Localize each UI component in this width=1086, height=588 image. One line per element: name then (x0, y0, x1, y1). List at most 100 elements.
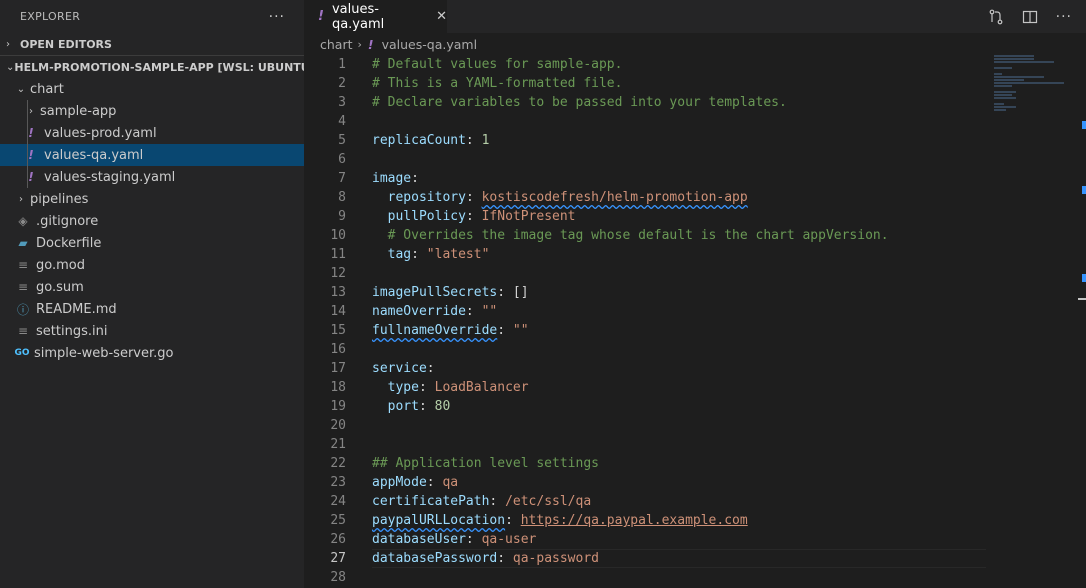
info-icon: ⓘ (16, 302, 29, 317)
editor-area: ! values-qa.yaml ✕ ··· chart › ! values-… (304, 0, 1086, 588)
gitignore-icon: ◈ (18, 214, 28, 228)
scroll-marker (1082, 186, 1086, 194)
chevron-down-icon: ⌄ (6, 61, 15, 73)
indent-guide (27, 144, 28, 166)
indent-guide (27, 122, 28, 144)
chevron-down-icon: ⌄ (16, 83, 26, 95)
vertical-scrollbar[interactable] (1078, 55, 1086, 588)
code-line: 15 fullnameOverride: "" (330, 323, 529, 338)
tree-label: values-staging.yaml (44, 169, 176, 185)
workspace-section[interactable]: ⌄ HELM-PROMOTION-SAMPLE-APP [WSL: UBUNTU… (0, 55, 304, 78)
code-line: 8 repository: kostiscodefresh/helm-promo… (338, 190, 748, 205)
code-line: 4 (338, 114, 346, 129)
close-icon[interactable]: ✕ (436, 9, 447, 24)
code-line: 28 (330, 570, 346, 585)
code-line: 5 replicaCount: 1 (338, 133, 490, 148)
yaml-file-icon: ! (318, 9, 324, 24)
code-line: 18 type: LoadBalancer (330, 380, 529, 395)
tab-label: values-qa.yaml (331, 1, 385, 32)
tree-folder-pipelines[interactable]: › pipelines (0, 188, 304, 210)
code-line: 23 appMode: qa (330, 475, 459, 490)
code-line: 11 tag: "latest" (330, 247, 490, 262)
tree-label: simple-web-server.go (34, 345, 174, 361)
code-line: 7 image: (338, 171, 419, 186)
tree-file-dockerfile[interactable]: ▰ Dockerfile (0, 232, 304, 254)
indent-guide (27, 166, 28, 188)
more-actions-icon[interactable]: ··· (269, 9, 285, 25)
tree-label: values-prod.yaml (44, 125, 157, 141)
explorer-title: EXPLORER (20, 10, 81, 23)
current-line-highlight (372, 549, 986, 568)
open-editors-label: OPEN EDITORS (20, 37, 112, 51)
tree-label: pipelines (30, 191, 89, 207)
code-line: 12 (330, 266, 346, 281)
tree-label: settings.ini (36, 323, 108, 339)
tree-file-go-sum[interactable]: ≡ go.sum (0, 276, 304, 298)
tree-file-settings[interactable]: ≡ settings.ini (0, 320, 304, 342)
code-line: 3 # Declare variables to be passed into y… (338, 95, 787, 110)
docker-icon: ▰ (18, 236, 28, 250)
breadcrumb-file[interactable]: values-qa.yaml (382, 37, 477, 52)
code-line: 17 service: (330, 361, 435, 376)
tree-file-values-qa[interactable]: ! values-qa.yaml (0, 144, 304, 166)
code-line: 19 port: 80 (330, 399, 451, 414)
yaml-file-icon: ! (367, 36, 374, 52)
code-line: 2 # This is a YAML-formatted file. (338, 76, 623, 91)
code-line: 20 (330, 418, 346, 433)
chevron-right-icon: › (357, 37, 362, 51)
code-line: 16 (330, 342, 346, 357)
breadcrumb-folder[interactable]: chart (320, 37, 353, 52)
chevron-right-icon: › (19, 193, 23, 205)
code-line-current: 27 databasePassword: qa-password (304, 549, 1086, 568)
code-editor[interactable]: 1 # Default values for sample-app. 2 # Thi… (304, 55, 1086, 587)
breadcrumb: chart › ! values-qa.yaml (304, 33, 1086, 55)
tree-file-gitignore[interactable]: ◈ .gitignore (0, 210, 304, 232)
tree-folder-chart[interactable]: ⌄ chart (0, 78, 304, 100)
tree-label: .gitignore (36, 213, 99, 229)
code-line: 21 (330, 437, 346, 452)
tree-label: go.mod (36, 257, 85, 273)
code-line: 9 pullPolicy: IfNotPresent (338, 209, 576, 224)
workspace-label: HELM-PROMOTION-SAMPLE-APP [WSL: UBUNTU-2… (14, 60, 304, 74)
lines-icon: ≡ (17, 280, 29, 294)
tree-folder-sample-app[interactable]: › sample-app (0, 100, 304, 122)
code-line: 13 imagePullSecrets: [] (330, 285, 529, 300)
tree-label: sample-app (40, 103, 117, 119)
scroll-position-indicator (1078, 298, 1086, 300)
explorer-header: EXPLORER ··· (0, 0, 304, 33)
code-line: 6 (338, 152, 346, 167)
go-icon: GO (14, 348, 30, 358)
split-editor-icon[interactable] (1022, 9, 1038, 25)
lines-icon: ≡ (17, 324, 29, 338)
tree-file-go-mod[interactable]: ≡ go.mod (0, 254, 304, 276)
scroll-marker (1082, 274, 1086, 282)
code-line: 22 ## Application level settings (330, 456, 599, 471)
code-line: 25 paypalURLLocation: https://qa.paypal.e… (330, 513, 748, 528)
url-link[interactable]: https://qa.paypal.example.com (521, 513, 748, 528)
tab-values-qa[interactable]: ! values-qa.yaml ✕ (304, 0, 447, 33)
tree-file-values-staging[interactable]: ! values-staging.yaml (0, 166, 304, 188)
tree-label: chart (30, 81, 64, 97)
code-line: 1 # Default values for sample-app. (338, 57, 623, 72)
explorer-sidebar: EXPLORER ··· › OPEN EDITORS ⌄ HELM-PROMO… (0, 0, 304, 588)
lines-icon: ≡ (17, 258, 29, 272)
code-line: 26 databaseUser: qa-user (330, 532, 537, 547)
tree-label: README.md (36, 301, 117, 317)
source-control-icon[interactable] (988, 9, 1004, 25)
more-actions-icon[interactable]: ··· (1056, 9, 1072, 25)
tree-file-values-prod[interactable]: ! values-prod.yaml (0, 122, 304, 144)
editor-actions: ··· (988, 0, 1072, 33)
scroll-marker (1082, 121, 1086, 129)
tab-bar: ! values-qa.yaml ✕ ··· (304, 0, 1086, 33)
indent-guide (27, 100, 28, 122)
tree-file-simple-web-server[interactable]: GO simple-web-server.go (0, 342, 304, 364)
code-line: 14 nameOverride: "" (330, 304, 498, 319)
open-editors-section[interactable]: › OPEN EDITORS (0, 33, 304, 55)
code-line: 10 # Overrides the image tag whose defau… (330, 228, 889, 243)
code-line: 24 certificatePath: /etc/ssl/qa (330, 494, 592, 509)
tree-label: values-qa.yaml (44, 147, 144, 163)
tree-file-readme[interactable]: ⓘ README.md (0, 298, 304, 320)
minimap[interactable] (994, 55, 1074, 115)
tree-label: Dockerfile (36, 235, 102, 251)
chevron-right-icon: › (6, 38, 10, 50)
